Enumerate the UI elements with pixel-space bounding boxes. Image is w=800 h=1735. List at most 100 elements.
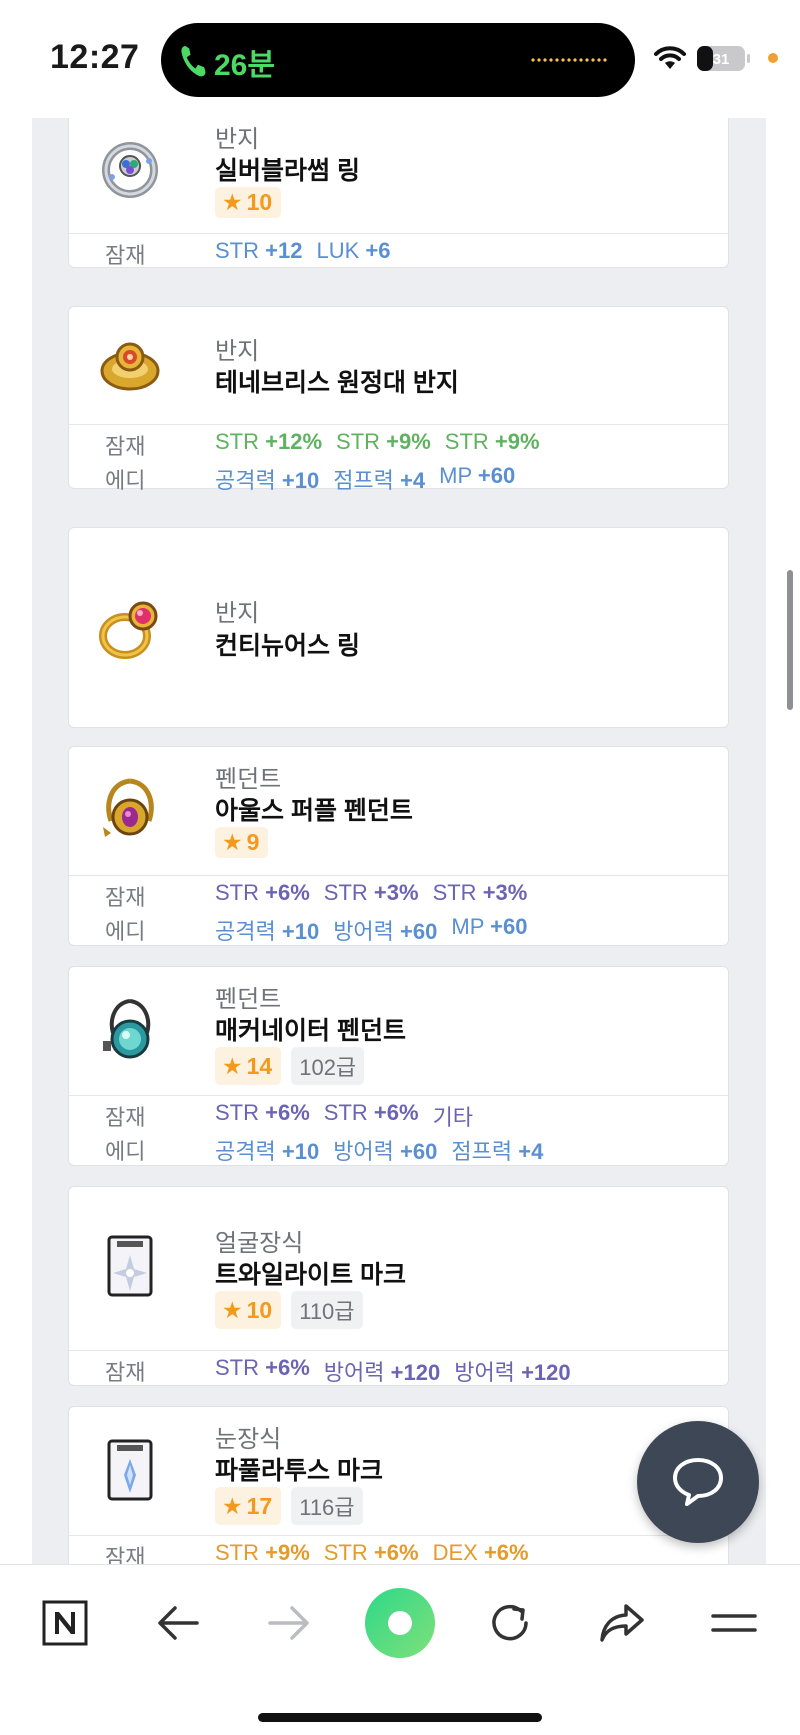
option-label: 잠재 (105, 434, 146, 459)
star-icon: ★ (222, 1052, 243, 1079)
refresh-icon (492, 1604, 528, 1641)
item-card[interactable]: 반지 컨티뉴어스 링 (68, 527, 729, 728)
option-label: 잠재 (105, 1360, 146, 1385)
option-row-additional: 에디 공격력 +10 점프력 +4 MP +60 (69, 461, 728, 495)
item-name[interactable]: 파풀라투스 마크 (215, 1451, 383, 1487)
option-value: 방어력 +120 (323, 1360, 441, 1385)
page-scrollbar[interactable] (787, 570, 793, 710)
option-value: STR +6% (215, 1100, 310, 1125)
item-badges: ★ 14 102급 (215, 1047, 365, 1085)
refresh-button[interactable] (480, 1595, 540, 1651)
star-badge: ★ 10 (215, 1291, 282, 1329)
green-dot-icon (365, 1588, 435, 1658)
item-badges: ★ 10 (215, 187, 282, 218)
privacy-indicator (768, 53, 778, 63)
option-value: 방어력 +60 (333, 1139, 438, 1164)
back-arrow-icon (158, 1606, 199, 1640)
purple-pendant-icon (103, 778, 154, 837)
item-card[interactable]: 반지 테네브리스 원정대 반지 잠재 STR +12% STR +9% STR … (68, 306, 729, 493)
share-icon (600, 1604, 644, 1642)
option-row-potential: 잠재 STR +12% STR +9% STR +9% (69, 427, 728, 461)
option-values: STR +6% STR +6% 기타 (215, 1100, 473, 1132)
star-badge: ★ 10 (215, 187, 282, 218)
item-category: 눈장식 (215, 1426, 282, 1453)
star-icon: ★ (222, 829, 243, 855)
option-value: STR +12 (215, 238, 303, 263)
back-button[interactable] (148, 1595, 208, 1651)
option-value: DEX +6% (432, 1540, 529, 1564)
naver-home-button[interactable] (35, 1595, 95, 1651)
option-label: 잠재 (105, 243, 146, 268)
option-row-potential: 잠재 STR +9% STR +6% DEX +6% (69, 1538, 728, 1564)
star-count: 10 (246, 189, 273, 215)
item-card[interactable]: 반지 실버블라썸 링 ★ 10 잠재 STR +12 LUK +6 (68, 118, 729, 268)
option-value: STR +9% (215, 1540, 310, 1564)
option-values: STR +12 LUK +6 (215, 238, 390, 264)
phone-icon (181, 46, 206, 77)
option-value: STR +9% (444, 429, 540, 454)
naver-home-icon (42, 1600, 88, 1646)
audio-dots (530, 58, 608, 62)
option-value: 공격력 +10 (215, 919, 320, 944)
item-options: 잠재 STR +9% STR +6% DEX +6% (69, 1535, 728, 1564)
star-badge: ★ 17 (215, 1487, 282, 1525)
option-values: 공격력 +10 방어력 +60 MP +60 (215, 914, 527, 946)
option-value: 점프력 +4 (451, 1139, 544, 1164)
star-count: 9 (246, 829, 260, 855)
home-indicator[interactable] (258, 1713, 542, 1722)
option-value: 공격력 +10 (215, 1139, 320, 1164)
item-name[interactable]: 컨티뉴어스 링 (215, 626, 360, 662)
item-name[interactable]: 매커네이터 펜던트 (215, 1011, 406, 1047)
equipment-list[interactable]: 반지 실버블라썸 링 ★ 10 잠재 STR +12 LUK +6 반지 테네브리… (32, 118, 766, 1564)
item-category: 얼굴장식 (215, 1230, 304, 1257)
item-badges: ★ 10 110급 (215, 1291, 363, 1329)
share-button[interactable] (592, 1595, 652, 1651)
call-duration: 26분 (214, 49, 275, 82)
item-category: 반지 (215, 338, 260, 365)
item-name[interactable]: 아울스 퍼플 펜던트 (215, 791, 413, 827)
option-value: STR +12% (215, 429, 323, 454)
continuous-ring-icon (99, 601, 158, 659)
star-icon: ★ (222, 1492, 243, 1519)
item-name[interactable]: 트와일라이트 마크 (215, 1255, 406, 1291)
menu-icon (711, 1614, 757, 1632)
status-time: 12:27 (50, 38, 140, 76)
twilight-mark-icon (107, 1235, 153, 1297)
item-card[interactable]: 펜던트 아울스 퍼플 펜던트 ★ 9 잠재 STR +6% STR +3% STR… (68, 746, 729, 946)
papulatus-mark-icon (107, 1439, 153, 1501)
option-value: 방어력 +120 (454, 1360, 571, 1385)
forward-button[interactable] (259, 1595, 319, 1651)
star-count: 17 (246, 1492, 273, 1519)
menu-button[interactable] (704, 1595, 764, 1651)
status-bar: 12:27 26분 31 (0, 0, 800, 118)
option-value: MP +60 (451, 914, 528, 939)
browser-toolbar (0, 1564, 800, 1735)
star-icon: ★ (222, 1296, 243, 1323)
item-category: 반지 (215, 600, 260, 627)
item-card[interactable]: 눈장식 파풀라투스 마크 ★ 17 116급 잠재 STR +9% STR +6%… (68, 1406, 729, 1564)
item-card[interactable]: 펜던트 매커네이터 펜던트 ★ 14 102급 잠재 STR +6% STR +6… (68, 966, 729, 1166)
option-row-additional: 에디 공격력 +10 방어력 +60 점프력 +4 (69, 1132, 728, 1166)
chat-button[interactable] (637, 1421, 759, 1543)
option-label: 에디 (105, 1139, 146, 1164)
option-values: STR +6% STR +3% STR +3% (215, 880, 527, 906)
item-name[interactable]: 테네브리스 원정대 반지 (215, 363, 459, 399)
star-count: 14 (246, 1052, 273, 1079)
green-dot-button[interactable] (363, 1586, 437, 1660)
option-label: 잠재 (105, 885, 146, 910)
forward-arrow-icon (268, 1606, 309, 1640)
option-label: 잠재 (105, 1545, 146, 1564)
option-value: STR +3% (432, 880, 528, 905)
option-value: MP +60 (439, 463, 516, 488)
item-options: 잠재 STR +12% STR +9% STR +9% 에디 공격력 +10 점… (69, 424, 728, 493)
item-name[interactable]: 실버블라썸 링 (215, 151, 360, 187)
option-row-potential: 잠재 STR +6% 방어력 +120 방어력 +120 (69, 1353, 728, 1387)
item-badges: ★ 9 (215, 827, 269, 858)
grade-badge: 110급 (291, 1291, 363, 1329)
item-category: 펜던트 (215, 766, 282, 793)
item-card[interactable]: 얼굴장식 트와일라이트 마크 ★ 10 110급 잠재 STR +6% 방어력 +… (68, 1186, 729, 1386)
item-badges: ★ 17 116급 (215, 1487, 363, 1525)
item-options: 잠재 STR +6% STR +6% 기타 에디 공격력 +10 방어력 +60… (69, 1095, 728, 1168)
star-icon: ★ (222, 189, 243, 215)
option-values: 공격력 +10 방어력 +60 점프력 +4 (215, 1134, 543, 1166)
